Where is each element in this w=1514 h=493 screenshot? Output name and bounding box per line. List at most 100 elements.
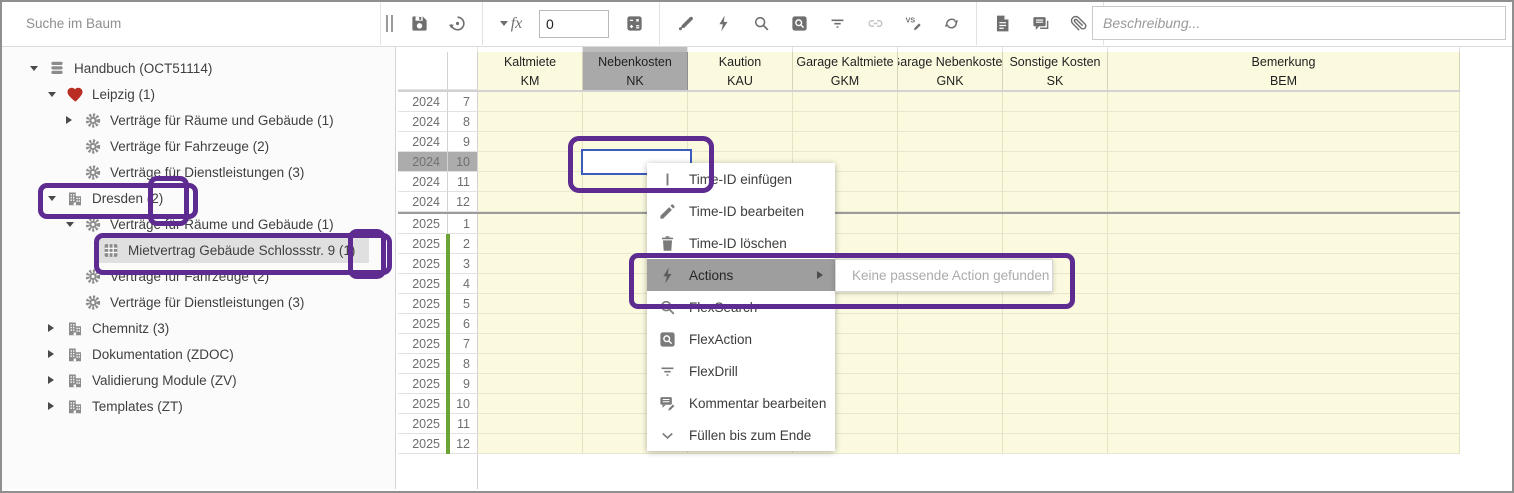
row-header-month[interactable]: 12 — [448, 434, 478, 454]
tree-item[interactable]: Dresden (2) — [2, 185, 395, 211]
row-header-month[interactable]: 12 — [448, 192, 478, 212]
document-icon[interactable] — [987, 7, 1017, 41]
row-header-month[interactable]: 8 — [448, 112, 478, 132]
row-header-month[interactable]: 9 — [448, 132, 478, 152]
description-input[interactable] — [1092, 6, 1506, 40]
grid-cell[interactable] — [898, 334, 1003, 354]
lightning-icon[interactable] — [708, 7, 738, 41]
grid-cell[interactable] — [1003, 172, 1108, 192]
grid-cell[interactable] — [478, 192, 583, 212]
context-menu-item[interactable]: FlexSearch — [647, 291, 835, 323]
grid-cell[interactable] — [478, 414, 583, 434]
grid-cell[interactable] — [1003, 354, 1108, 374]
grid-cell[interactable] — [898, 152, 1003, 172]
brush-icon[interactable] — [670, 7, 700, 41]
row-header-year[interactable]: 2025 — [398, 354, 448, 374]
row-header-month[interactable]: 10 — [448, 394, 478, 414]
row-header-month[interactable]: 9 — [448, 374, 478, 394]
row-header-year[interactable]: 2024 — [398, 132, 448, 152]
column-header-code[interactable]: KM — [478, 71, 583, 90]
tree-item[interactable]: Verträge für Räume und Gebäude (1) — [2, 107, 395, 133]
refresh-icon[interactable] — [936, 7, 966, 41]
tree-item[interactable]: Verträge für Fahrzeuge (2) — [2, 263, 395, 289]
grid-cell[interactable] — [1108, 234, 1460, 254]
grid-cell[interactable] — [1003, 434, 1108, 454]
row-header-month[interactable]: 11 — [448, 414, 478, 434]
grid-cell[interactable] — [478, 274, 583, 294]
tree-search-input[interactable] — [2, 2, 380, 45]
grid-cell[interactable] — [898, 214, 1003, 234]
grid-cell[interactable] — [688, 92, 793, 112]
grid-cell[interactable] — [1108, 254, 1460, 274]
grid-cell[interactable] — [1108, 394, 1460, 414]
context-menu-item[interactable]: FlexDrill — [647, 355, 835, 387]
caret-right-icon[interactable] — [48, 324, 66, 332]
grid-cell[interactable] — [1108, 434, 1460, 454]
grid-cell[interactable] — [1003, 374, 1108, 394]
grid-cell[interactable] — [1108, 214, 1460, 234]
tree-item[interactable]: Validierung Module (ZV) — [2, 367, 395, 393]
grid-cell[interactable] — [478, 354, 583, 374]
grid-cell[interactable] — [1108, 172, 1460, 192]
caret-down-icon[interactable] — [48, 196, 66, 201]
grid-cell[interactable] — [898, 92, 1003, 112]
grid-cell[interactable] — [898, 294, 1003, 314]
column-header-title[interactable]: Kaltmiete — [478, 52, 583, 71]
grid-cell[interactable] — [793, 112, 898, 132]
grid-cell[interactable] — [478, 314, 583, 334]
context-menu-item[interactable]: FlexAction — [647, 323, 835, 355]
grid-cell[interactable] — [688, 112, 793, 132]
column-header-title[interactable]: Bemerkung — [1108, 52, 1460, 71]
grid-cell[interactable] — [478, 254, 583, 274]
grid-cell[interactable] — [898, 132, 1003, 152]
row-header-year[interactable]: 2025 — [398, 434, 448, 454]
grid-cell[interactable] — [898, 354, 1003, 374]
grid-cell[interactable] — [898, 374, 1003, 394]
row-header-year[interactable]: 2024 — [398, 92, 448, 112]
filter-icon[interactable] — [822, 7, 852, 41]
column-header-code[interactable]: GNK — [898, 71, 1003, 90]
grid-cell[interactable] — [478, 172, 583, 192]
row-header-year[interactable]: 2025 — [398, 214, 448, 234]
grid-cell[interactable] — [898, 112, 1003, 132]
grid-cell[interactable] — [1108, 314, 1460, 334]
grid-cell[interactable] — [1003, 92, 1108, 112]
fx-dropdown[interactable]: fx — [493, 7, 529, 41]
grid-cell[interactable] — [478, 112, 583, 132]
caret-right-icon[interactable] — [48, 350, 66, 358]
vs-edit-icon[interactable]: VS — [898, 7, 928, 41]
row-header-month[interactable]: 2 — [448, 234, 478, 254]
row-header-year[interactable]: 2024 — [398, 112, 448, 132]
grid-cell[interactable] — [1108, 294, 1460, 314]
row-header-year[interactable]: 2024 — [398, 172, 448, 192]
grid-cell[interactable] — [1003, 192, 1108, 212]
caret-down-icon[interactable] — [66, 222, 84, 227]
grid-cell[interactable] — [1108, 374, 1460, 394]
context-menu-item[interactable]: Time-ID löschen — [647, 227, 835, 259]
column-header-title[interactable]: Garage Nebenkosten — [898, 52, 1003, 71]
grid-cell[interactable] — [1108, 92, 1460, 112]
grid-cell[interactable] — [1003, 334, 1108, 354]
tree-item[interactable]: Chemnitz (3) — [2, 315, 395, 341]
row-header-year[interactable]: 2025 — [398, 294, 448, 314]
grid-cell[interactable] — [478, 214, 583, 234]
grid-cell[interactable] — [478, 132, 583, 152]
row-header-year[interactable]: 2025 — [398, 254, 448, 274]
context-menu-item[interactable]: Kommentar bearbeiten — [647, 387, 835, 419]
tree-item[interactable]: Leipzig (1) — [2, 81, 395, 107]
flexaction-icon[interactable] — [784, 7, 814, 41]
grid-cell[interactable] — [1108, 132, 1460, 152]
column-header-code[interactable]: KAU — [688, 71, 793, 90]
grid-cell[interactable] — [793, 132, 898, 152]
grid-cell[interactable] — [1003, 152, 1108, 172]
grid-cell[interactable] — [898, 434, 1003, 454]
grid-cell[interactable] — [583, 92, 688, 112]
grid-cell[interactable] — [478, 374, 583, 394]
column-header-title[interactable]: Sonstige Kosten — [1003, 52, 1108, 71]
row-header-year[interactable]: 2025 — [398, 274, 448, 294]
row-header-month[interactable]: 8 — [448, 354, 478, 374]
tree-item[interactable]: Verträge für Dienstleistungen (3) — [2, 289, 395, 315]
row-header-month[interactable]: 4 — [448, 274, 478, 294]
context-menu-item[interactable]: Actions — [647, 259, 835, 291]
context-menu-item[interactable]: Füllen bis zum Ende — [647, 419, 835, 451]
